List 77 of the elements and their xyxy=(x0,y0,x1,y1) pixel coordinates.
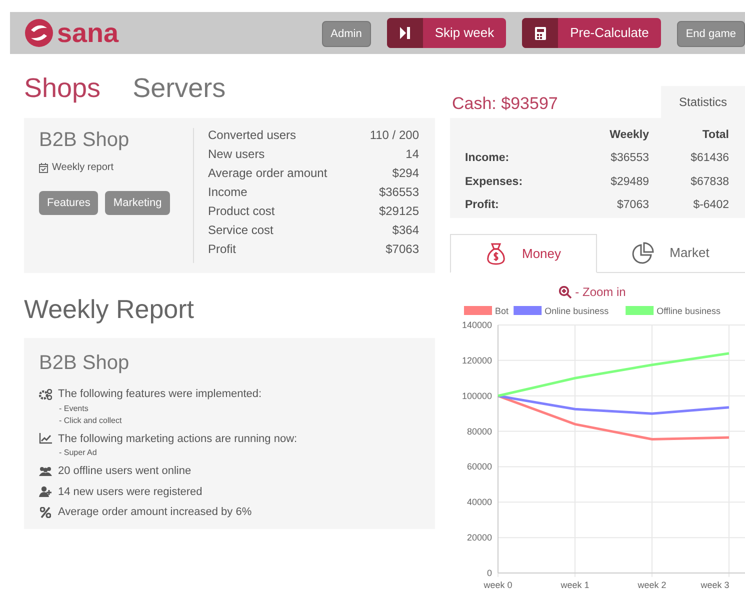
cash-amount: Cash: $93597 xyxy=(451,93,559,115)
shop-name: B2B Shop xyxy=(39,128,130,152)
stat-label: Service cost xyxy=(208,223,274,238)
zoom-in-link[interactable]: - Zoom in xyxy=(559,283,626,301)
stat-value: $294 xyxy=(392,166,419,181)
column-header: Total xyxy=(701,128,729,143)
report-detail: - Super Ad xyxy=(58,447,98,459)
skip-icon xyxy=(400,27,410,39)
report-item-text: Average order amount increased by 6% xyxy=(58,505,252,520)
stat-label: Average order amount xyxy=(208,166,328,181)
y-tick-label: 120000 xyxy=(462,355,492,366)
shop-action-button[interactable]: Marketing xyxy=(105,191,170,215)
add-user-icon xyxy=(39,486,52,498)
report-item-text: The following marketing actions are running now: xyxy=(58,432,298,446)
stat-value: $7063 xyxy=(386,242,419,257)
chart-tab[interactable]: Market xyxy=(597,234,744,272)
x-tick-label: week 2 xyxy=(638,580,666,590)
header-button[interactable]: End game xyxy=(676,21,745,47)
table-cell-text: $29489 xyxy=(610,174,649,190)
table-cell-text: $-6402 xyxy=(692,198,729,213)
y-tick-label: 20000 xyxy=(466,532,492,543)
shop-action-button[interactable]: Features xyxy=(39,191,98,215)
gears-icon xyxy=(39,388,52,400)
money-bag-icon xyxy=(486,242,506,264)
row-label: Expenses: xyxy=(465,174,524,190)
stat-value: 14 xyxy=(406,147,419,162)
logo-text: sana xyxy=(57,20,119,46)
stat-label: Converted users xyxy=(208,128,296,143)
legend-label: Bot xyxy=(495,306,509,316)
report-item-text: 14 new users were registered xyxy=(58,484,202,500)
table-cell-text: $67838 xyxy=(690,174,729,190)
legend-label: Online business xyxy=(544,306,609,316)
stat-value: $36553 xyxy=(378,185,419,200)
pie-chart-icon xyxy=(632,242,654,264)
pre-calculate-button[interactable]: Pre-Calculate xyxy=(522,18,661,48)
logo-icon xyxy=(24,18,54,48)
report-detail: - Events xyxy=(58,402,90,414)
column-header: Weekly xyxy=(608,128,649,143)
skip-week-button[interactable]: Skip week xyxy=(386,18,506,48)
calendar-icon xyxy=(39,162,48,172)
stat-value: 110 / 200 xyxy=(370,128,419,143)
stat-label: Income xyxy=(208,185,248,200)
y-tick-label: 60000 xyxy=(466,462,492,472)
page-tab[interactable]: Shops xyxy=(24,68,101,108)
report-detail: - Click and collect xyxy=(58,414,123,426)
chart-tab[interactable]: Money xyxy=(450,234,597,273)
y-tick-label: 0 xyxy=(486,568,492,578)
percent-icon xyxy=(40,506,51,518)
report-item-text: The following features were implemented: xyxy=(58,387,262,402)
users-icon xyxy=(39,466,52,477)
x-tick-label: week 3 xyxy=(700,580,730,590)
zoom-in-icon xyxy=(559,286,572,298)
report-item-text: 20 offline users went online xyxy=(58,464,192,479)
weekly-report-link[interactable]: Weekly report xyxy=(39,160,193,175)
stat-label: Profit xyxy=(208,242,236,257)
y-tick-label: 40000 xyxy=(466,497,492,508)
page-tab[interactable]: Servers xyxy=(132,68,226,108)
table-cell-text: $36553 xyxy=(610,151,649,166)
section-title: Weekly Report xyxy=(24,293,196,326)
header-button[interactable]: Admin xyxy=(322,21,371,47)
y-tick-label: 140000 xyxy=(462,320,492,330)
stat-label: New users xyxy=(208,147,265,162)
line-chart-icon xyxy=(39,433,52,444)
calculator-icon xyxy=(534,26,546,40)
legend-label: Offline business xyxy=(656,306,720,316)
y-tick-label: 80000 xyxy=(466,426,492,436)
x-tick-label: week 0 xyxy=(484,580,512,590)
x-tick-label: week 1 xyxy=(560,580,590,590)
table-cell-text: $61436 xyxy=(690,151,729,166)
report-shop-name: B2B Shop xyxy=(39,351,130,376)
row-label: Profit: xyxy=(465,198,500,213)
stat-label: Product cost xyxy=(208,204,275,219)
stat-value: $29125 xyxy=(378,204,419,219)
stat-value: $364 xyxy=(392,223,419,238)
table-cell-text: $7063 xyxy=(616,198,649,213)
row-label: Income: xyxy=(465,151,510,166)
y-tick-label: 100000 xyxy=(462,390,492,401)
